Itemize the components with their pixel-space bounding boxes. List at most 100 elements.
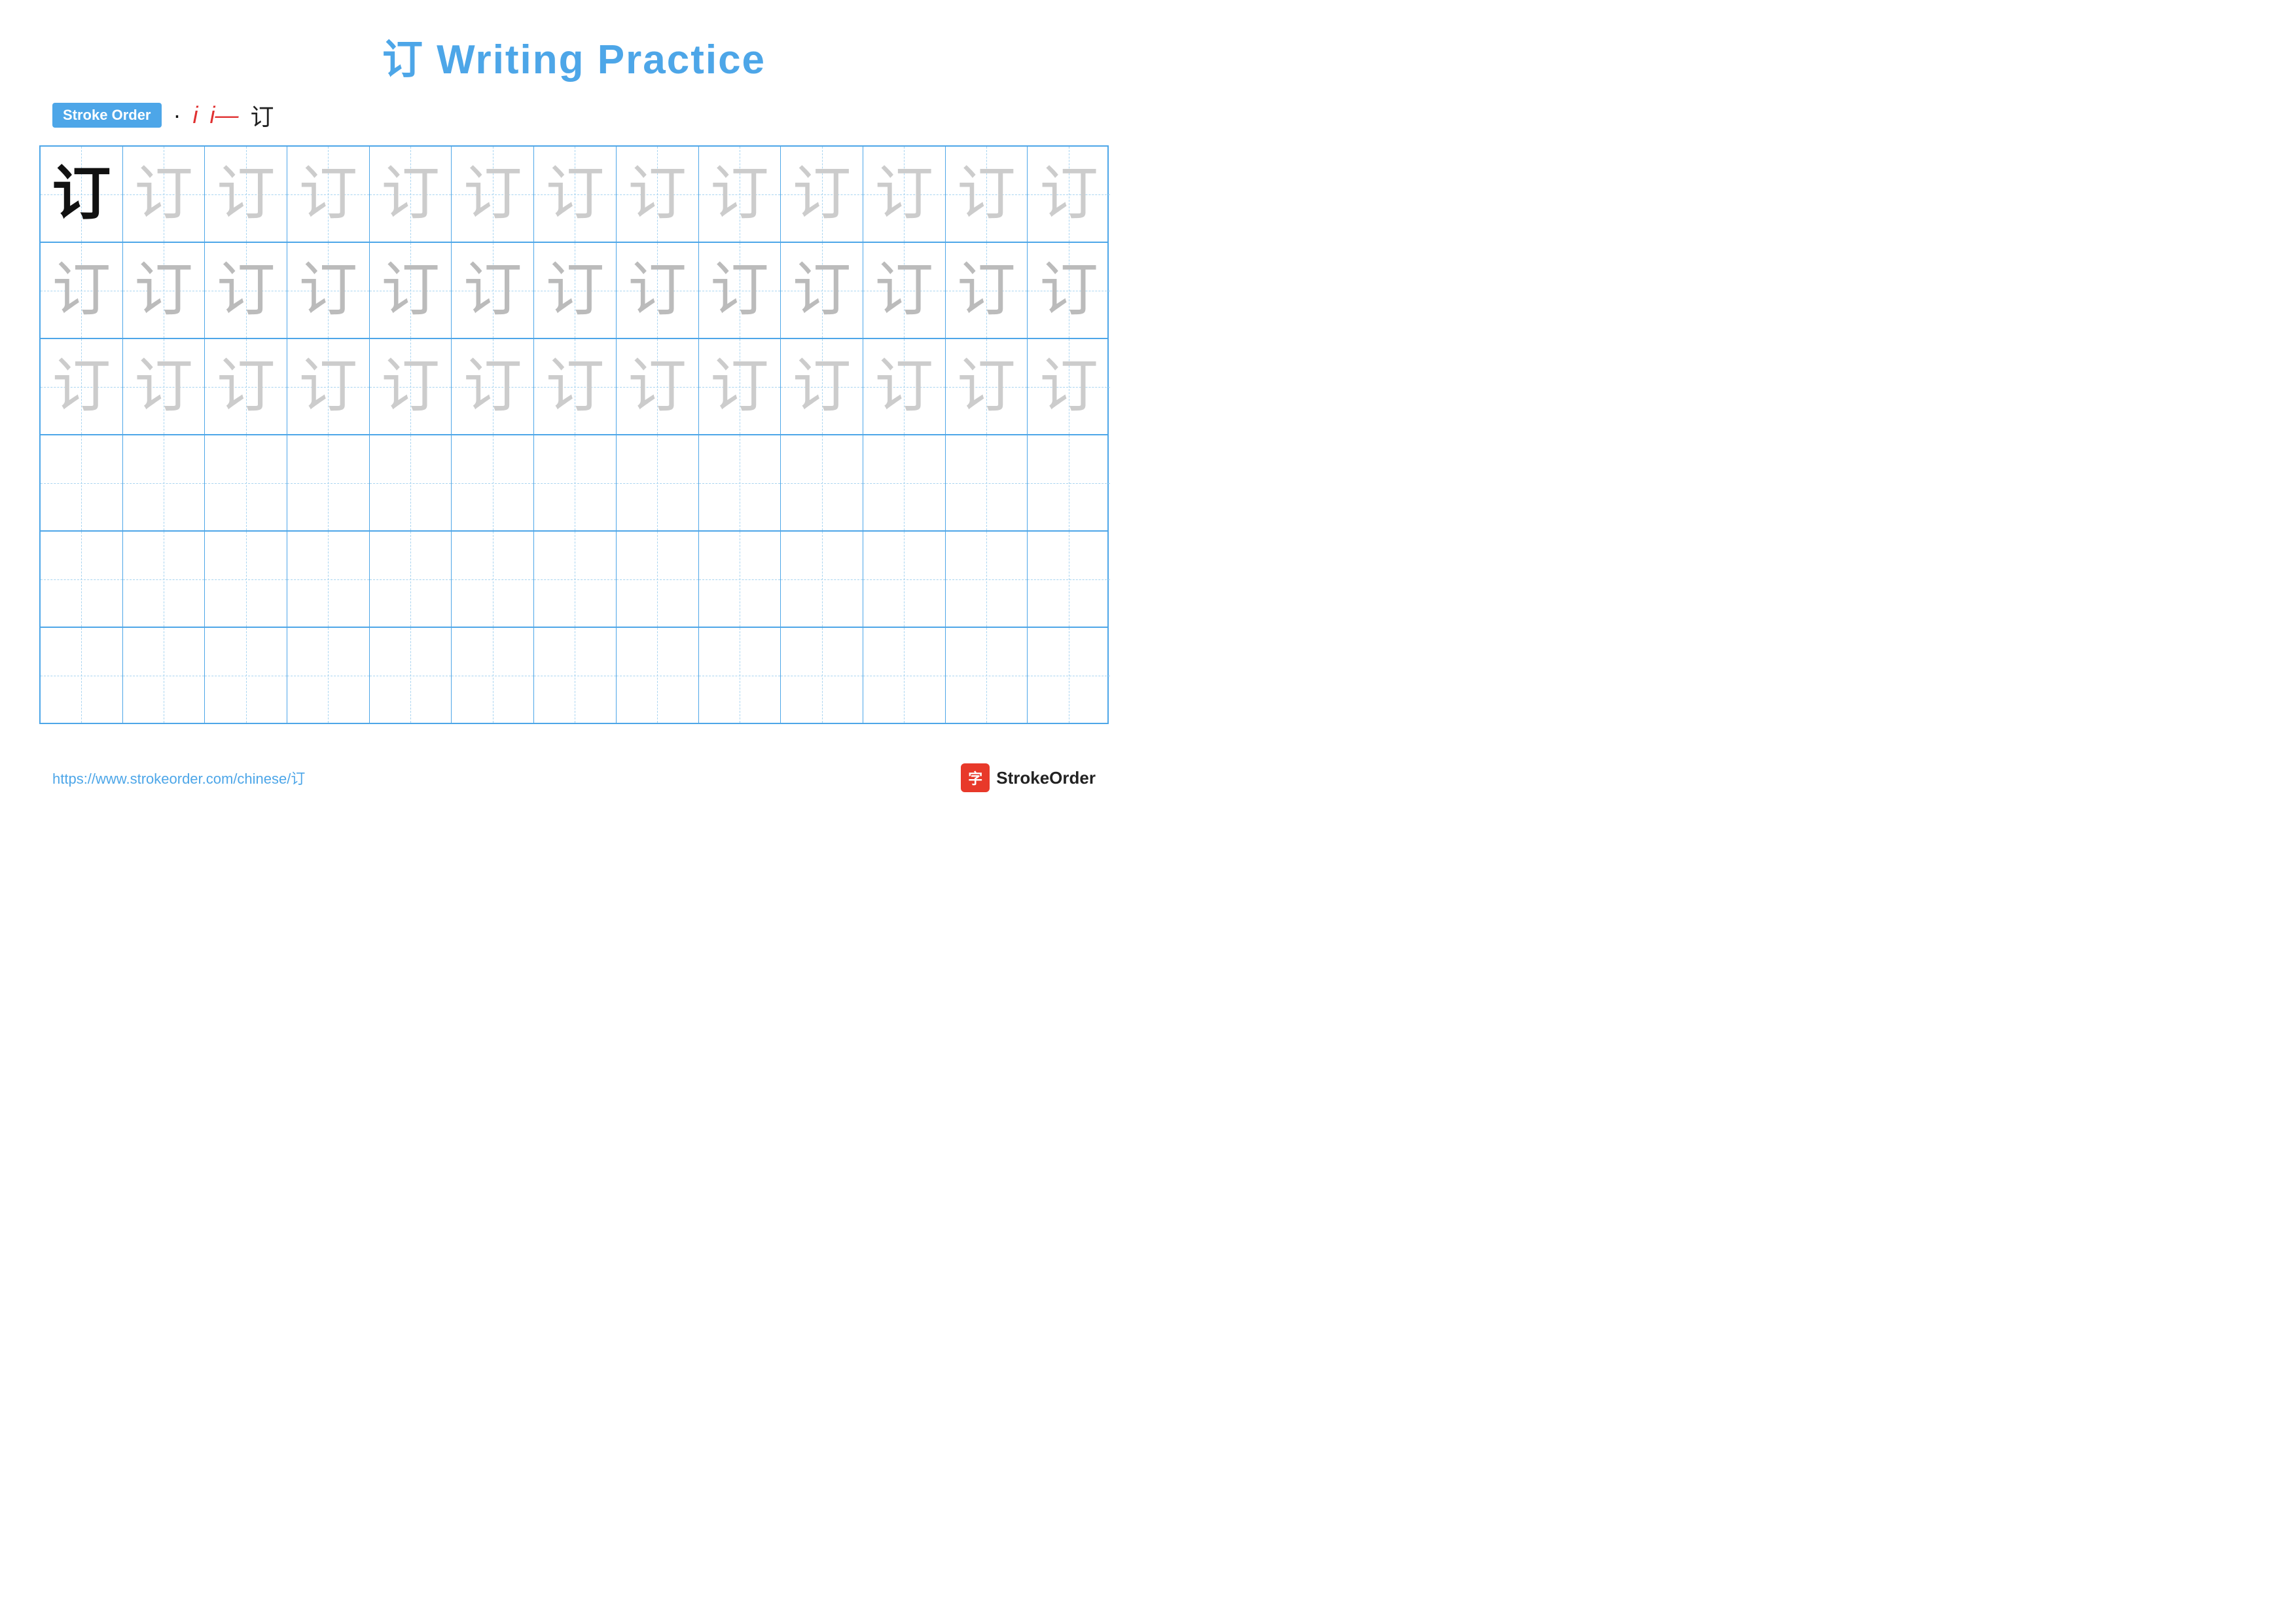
grid-cell[interactable]: 订 xyxy=(781,147,863,242)
grid-cell[interactable] xyxy=(781,435,863,530)
grid-cell[interactable] xyxy=(1028,532,1110,627)
stroke-order-section: Stroke Order · i i— 订 xyxy=(0,85,1148,145)
grid-cell[interactable] xyxy=(617,435,699,530)
practice-char: 订 xyxy=(628,165,687,224)
grid-cell[interactable]: 订 xyxy=(452,147,534,242)
grid-cell[interactable]: 订 xyxy=(452,339,534,434)
grid-cell[interactable] xyxy=(41,435,123,530)
practice-char: 订 xyxy=(217,261,276,320)
grid-cell[interactable] xyxy=(452,435,534,530)
grid-cell[interactable] xyxy=(205,532,287,627)
grid-cell[interactable]: 订 xyxy=(123,147,206,242)
grid-cell[interactable] xyxy=(287,628,370,723)
practice-char: 订 xyxy=(545,261,604,320)
grid-cell[interactable]: 订 xyxy=(617,243,699,338)
grid-cell[interactable]: 订 xyxy=(863,339,946,434)
practice-char: 订 xyxy=(381,165,440,224)
stroke-step-1: · xyxy=(173,101,181,129)
grid-cell[interactable] xyxy=(863,532,946,627)
grid-cell[interactable]: 订 xyxy=(534,339,617,434)
grid-cell[interactable] xyxy=(1028,628,1110,723)
practice-char: 订 xyxy=(710,357,769,416)
grid-cell[interactable] xyxy=(863,628,946,723)
grid-cell[interactable] xyxy=(699,532,781,627)
grid-cell[interactable] xyxy=(534,628,617,723)
grid-cell[interactable] xyxy=(534,532,617,627)
grid-cell[interactable]: 订 xyxy=(370,147,452,242)
grid-cell[interactable] xyxy=(205,435,287,530)
grid-cell[interactable]: 订 xyxy=(205,339,287,434)
grid-cell[interactable]: 订 xyxy=(534,147,617,242)
practice-char: 订 xyxy=(545,165,604,224)
grid-cell[interactable]: 订 xyxy=(287,147,370,242)
grid-cell[interactable] xyxy=(781,532,863,627)
grid-cell[interactable]: 订 xyxy=(617,339,699,434)
grid-cell[interactable]: 订 xyxy=(946,243,1028,338)
grid-cell[interactable] xyxy=(41,532,123,627)
grid-row: 订订订订订订订订订订订订订 xyxy=(41,243,1107,339)
grid-cell[interactable]: 订 xyxy=(41,147,123,242)
grid-cell[interactable]: 订 xyxy=(863,147,946,242)
grid-cell[interactable]: 订 xyxy=(41,339,123,434)
grid-cell[interactable] xyxy=(370,628,452,723)
page-title: 订 Writing Practice xyxy=(0,0,1148,85)
grid-cell[interactable]: 订 xyxy=(41,243,123,338)
grid-cell[interactable]: 订 xyxy=(946,339,1028,434)
grid-cell[interactable] xyxy=(287,532,370,627)
practice-char: 订 xyxy=(134,357,193,416)
grid-cell[interactable] xyxy=(452,532,534,627)
grid-cell[interactable] xyxy=(534,435,617,530)
grid-cell[interactable]: 订 xyxy=(370,339,452,434)
grid-cell[interactable] xyxy=(41,628,123,723)
grid-cell[interactable] xyxy=(699,628,781,723)
grid-cell[interactable]: 订 xyxy=(287,243,370,338)
grid-cell[interactable] xyxy=(699,435,781,530)
grid-cell[interactable]: 订 xyxy=(205,147,287,242)
grid-cell[interactable] xyxy=(205,628,287,723)
grid-cell[interactable]: 订 xyxy=(617,147,699,242)
grid-cell[interactable] xyxy=(287,435,370,530)
practice-char: 订 xyxy=(957,357,1016,416)
grid-cell[interactable] xyxy=(452,628,534,723)
stroke-order-badge: Stroke Order xyxy=(52,103,162,128)
grid-cell[interactable] xyxy=(946,435,1028,530)
grid-cell[interactable]: 订 xyxy=(452,243,534,338)
grid-cell[interactable] xyxy=(123,435,206,530)
grid-cell[interactable] xyxy=(946,628,1028,723)
practice-char: 订 xyxy=(134,261,193,320)
grid-cell[interactable]: 订 xyxy=(699,339,781,434)
grid-cell[interactable] xyxy=(617,532,699,627)
grid-cell[interactable] xyxy=(370,532,452,627)
stroke-step-4: 订 xyxy=(251,98,274,132)
grid-cell[interactable] xyxy=(370,435,452,530)
grid-cell[interactable]: 订 xyxy=(287,339,370,434)
grid-cell[interactable]: 订 xyxy=(781,339,863,434)
grid-row: 订订订订订订订订订订订订订 xyxy=(41,339,1107,435)
grid-cell[interactable]: 订 xyxy=(946,147,1028,242)
practice-char: 订 xyxy=(1039,357,1098,416)
grid-cell[interactable]: 订 xyxy=(1028,243,1110,338)
grid-cell[interactable]: 订 xyxy=(781,243,863,338)
grid-cell[interactable] xyxy=(123,628,206,723)
practice-char: 订 xyxy=(298,165,357,224)
grid-cell[interactable]: 订 xyxy=(699,243,781,338)
grid-cell[interactable] xyxy=(946,532,1028,627)
grid-cell[interactable]: 订 xyxy=(1028,147,1110,242)
grid-row xyxy=(41,532,1107,628)
grid-cell[interactable]: 订 xyxy=(123,243,206,338)
grid-cell[interactable] xyxy=(781,628,863,723)
grid-cell[interactable]: 订 xyxy=(699,147,781,242)
grid-cell[interactable] xyxy=(1028,435,1110,530)
logo-icon: 字 xyxy=(961,763,990,792)
grid-cell[interactable]: 订 xyxy=(123,339,206,434)
grid-cell[interactable]: 订 xyxy=(863,243,946,338)
grid-cell[interactable] xyxy=(123,532,206,627)
practice-char: 订 xyxy=(52,165,111,224)
grid-cell[interactable]: 订 xyxy=(370,243,452,338)
grid-cell[interactable] xyxy=(617,628,699,723)
grid-cell[interactable] xyxy=(863,435,946,530)
grid-cell[interactable]: 订 xyxy=(1028,339,1110,434)
grid-cell[interactable]: 订 xyxy=(534,243,617,338)
practice-char: 订 xyxy=(957,261,1016,320)
grid-cell[interactable]: 订 xyxy=(205,243,287,338)
